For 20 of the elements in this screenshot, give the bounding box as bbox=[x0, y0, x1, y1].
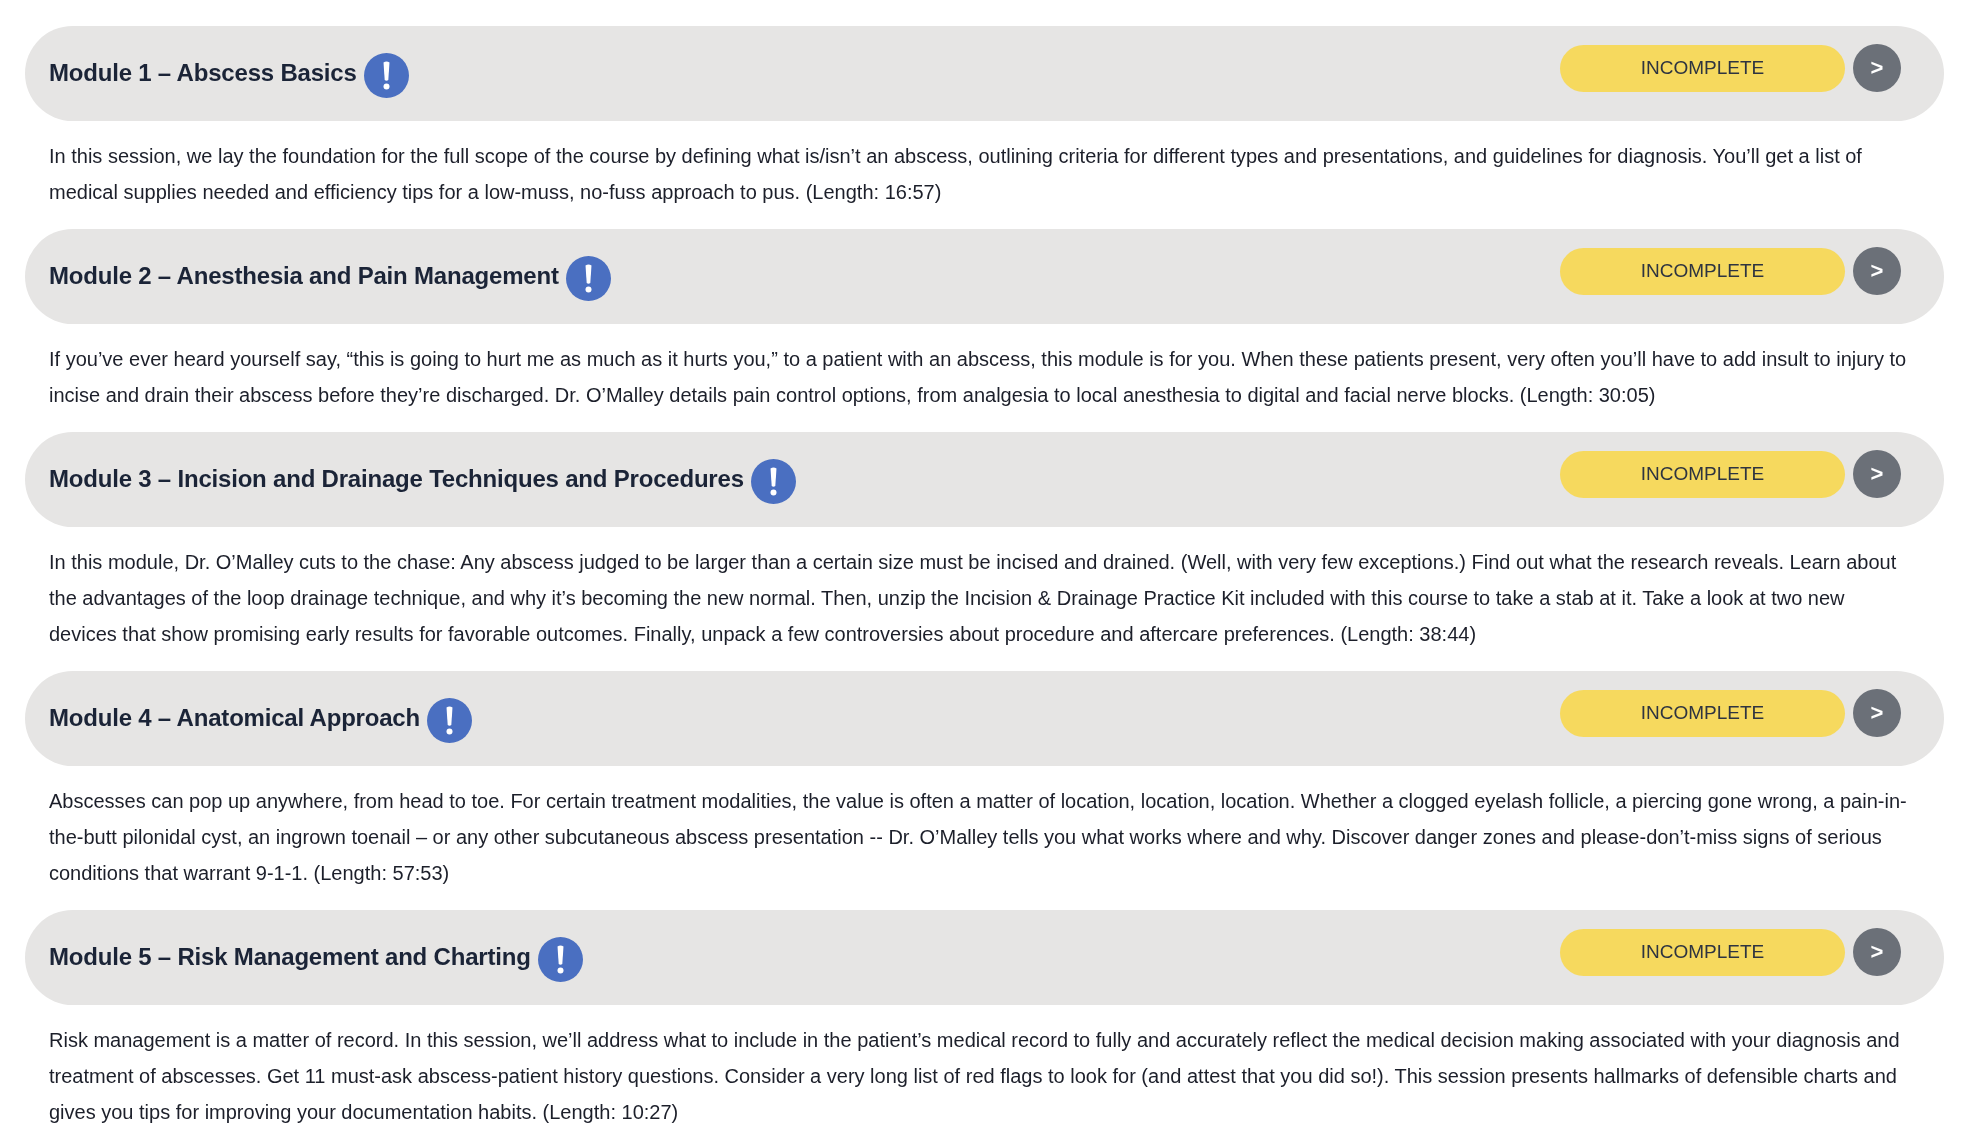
next-button[interactable]: > bbox=[1853, 689, 1901, 737]
module-description: Risk management is a matter of record. In this session, we’ll address what to include in the patient’s medical record to fully and accurately reflect the medical decision making associated with your diagnosis and treatment of abscesses. Get 11 must-ask abscess-patient history questions. Consider a very long list of red flags to look for (and attest that you did so!). This session presents hallmarks of defensible charts and gives you tips for improving your documentation habits. (Length: 10:27) bbox=[48, 1028, 1901, 1125]
module-description: Abscesses can pop up anywhere, from head to toe. For certain treatment modalities, the value is often a matter of location, location, location. Whether a clogged eyelash follicle, a piercing gone wrong, a pain-in-the-butt pilonidal cyst, an ingrown toenail – or any other subcutaneous abscess presentation -- Dr. O’Malley tells you what works where and why. Discover danger zones and please-don’t-miss signs of serious conditions that warrant 9-1-1. (Length: 57:53) bbox=[48, 789, 1908, 886]
next-button[interactable]: > bbox=[1853, 44, 1901, 92]
status-button[interactable]: INCOMPLETE bbox=[1560, 450, 1845, 498]
module-description: In this session, we lay the foundation for the full scope of the course by defining what is/isn’t an abscess, outlining criteria for different types and presentations, and guidelines for diagnosis. You’ll get a list of medical supplies needed and efficiency tips for a low-muss, no-fuss approach to pus. (Length: 16:57) bbox=[48, 144, 1863, 205]
module-title: Module 4 – Anatomical Approach bbox=[49, 704, 420, 733]
next-button[interactable]: > bbox=[1853, 928, 1901, 976]
status-button[interactable]: INCOMPLETE bbox=[1560, 689, 1845, 737]
module-description: In this module, Dr. O’Malley cuts to the chase: Any abscess judged to be larger than a certain size must be incised and drained. (Well, with very few exceptions.) Find out what the research reveals. Learn about the advantages of the loop drainage technique, and why it’s becoming the new normal. Then, unzip the Incision & Drainage Practice Kit included with this course to take a stab at it. Take a look at two new devices that show promising early results for favorable outcomes. Finally, unpack a few controversies about procedure and aftercare preferences. (Length: 38:44) bbox=[48, 550, 1898, 647]
module-title: Module 5 – Risk Management and Charting bbox=[49, 943, 531, 972]
status-button[interactable]: INCOMPLETE bbox=[1560, 44, 1845, 92]
status-button[interactable]: INCOMPLETE bbox=[1560, 247, 1845, 295]
module-title: Module 1 – Abscess Basics bbox=[49, 59, 357, 88]
module-description: If you’ve ever heard yourself say, “this is going to hurt me as much as it hurts you,” to a patient with an abscess, this module is for you. When these patients present, very often you’ll have to add insult to injury to incise and drain their abscess before they’re discharged. Dr. O’Malley details pain control options, from analgesia to local anesthesia to digital and facial nerve blocks. (Length: 30:05) bbox=[48, 347, 1908, 408]
module-title: Module 3 – Incision and Drainage Techniques and Procedures bbox=[49, 465, 744, 494]
next-button[interactable]: > bbox=[1853, 247, 1901, 295]
next-button[interactable]: > bbox=[1853, 450, 1901, 498]
status-button[interactable]: INCOMPLETE bbox=[1560, 928, 1845, 976]
module-title: Module 2 – Anesthesia and Pain Management bbox=[49, 262, 559, 291]
